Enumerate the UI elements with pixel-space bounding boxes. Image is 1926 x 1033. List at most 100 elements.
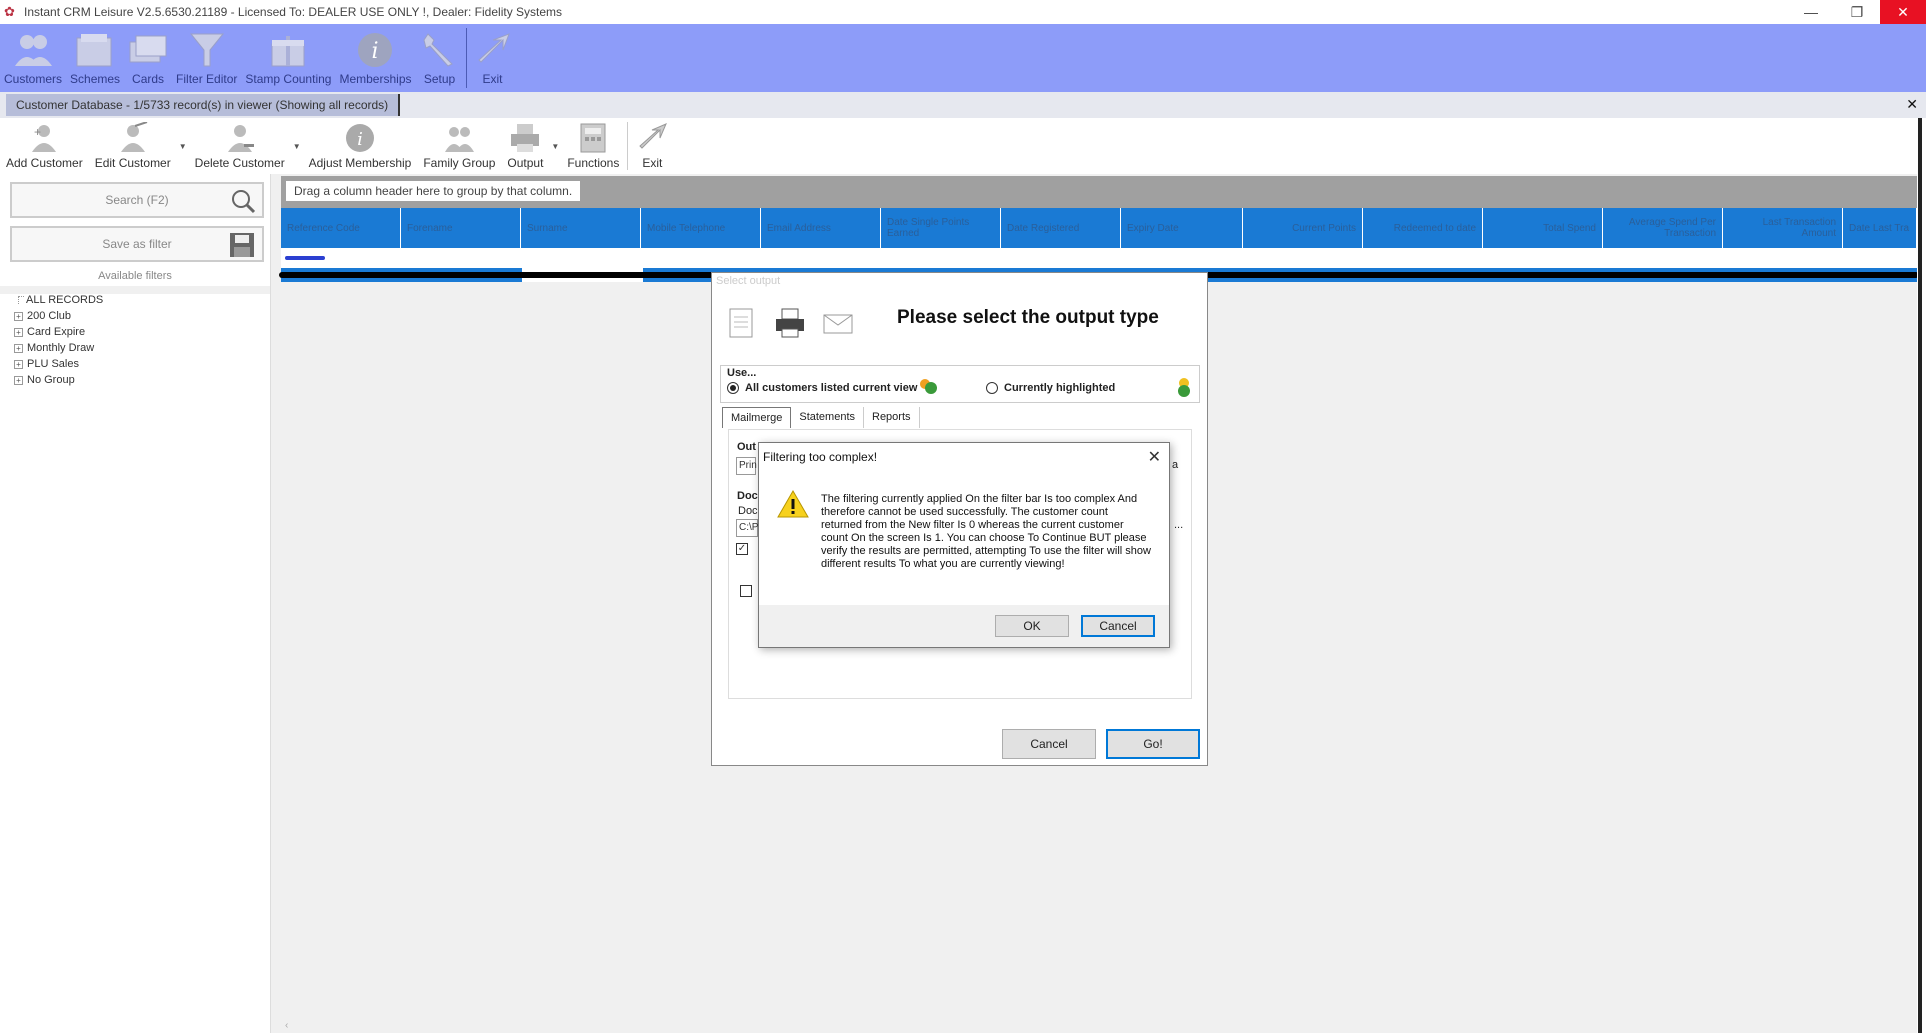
single-user-icon [1173,376,1195,398]
exit-icon [636,122,668,154]
close-icon[interactable]: ✕ [1148,447,1161,467]
scroll-left-icon[interactable]: ‹ [285,1020,288,1031]
radio-currently-highlighted[interactable]: Currently highlighted [986,382,1115,394]
column-header-date-last-transaction[interactable]: Date Last Tra [1843,208,1917,248]
delete-dropdown-icon[interactable]: ▼ [293,142,301,151]
tree-item-label: No Group [27,374,75,386]
envelope-icon[interactable] [822,307,854,339]
tab-reports[interactable]: Reports [864,407,920,428]
search-input[interactable]: Search (F2) [10,182,264,218]
available-filters-label: Available filters [98,270,172,282]
add-customer-button[interactable]: + Add Customer [0,118,89,174]
ok-button[interactable]: OK [995,615,1069,637]
vertical-scrollbar[interactable] [1917,118,1926,1033]
adjust-membership-button[interactable]: i Adjust Membership [303,118,418,174]
column-header-date-registered[interactable]: Date Registered [1001,208,1121,248]
add-customer-label: Add Customer [6,156,83,170]
exit-icon [473,30,513,70]
column-header-mobile-telephone[interactable]: Mobile Telephone [641,208,761,248]
grid-filter-row[interactable] [281,248,1917,268]
document-icon[interactable] [726,307,758,339]
family-group-button[interactable]: Family Group [417,118,501,174]
output-label: Output [507,156,544,170]
tree-item-card-expire[interactable]: + Card Expire [14,324,103,340]
expand-icon[interactable]: + [14,343,23,353]
expand-icon[interactable]: + [14,327,23,337]
output-button[interactable]: Output [501,118,549,174]
expand-icon[interactable]: + [14,311,23,321]
option-checkbox-checked[interactable]: ✓ [736,543,748,555]
functions-button[interactable]: Functions [561,118,625,174]
exit-button[interactable]: Exit [630,118,674,174]
toolbar-exit[interactable]: Exit [469,24,517,92]
panel-splitter[interactable] [270,174,281,1033]
document-browse-button[interactable]: ... [1174,519,1183,531]
toolbar-filter-editor[interactable]: Filter Editor [172,24,241,92]
tab-statements[interactable]: Statements [791,407,864,428]
column-header-email-address[interactable]: Email Address [761,208,881,248]
printer-icon [509,122,541,154]
save-as-filter-label: Save as filter [102,237,172,251]
search-icon[interactable] [230,188,256,214]
tree-item-200-club[interactable]: + 200 Club [14,308,103,324]
toolbar-schemes[interactable]: Schemes [66,24,124,92]
error-dialog-title: Filtering too complex! [763,450,878,464]
column-header-current-points[interactable]: Current Points [1243,208,1363,248]
document-path-input[interactable]: C:\P [736,519,758,537]
restore-button[interactable]: ❐ [1834,0,1880,24]
horizontal-scrollbar[interactable]: ‹ [281,1020,1917,1033]
tree-item-label: PLU Sales [27,358,79,370]
output-dropdown-icon[interactable]: ▼ [551,142,559,151]
error-cancel-button[interactable]: Cancel [1081,615,1155,637]
edit-dropdown-icon[interactable]: ▼ [179,142,187,151]
edit-user-icon [117,122,149,154]
funnel-icon [187,30,227,70]
column-header-surname[interactable]: Surname [521,208,641,248]
close-window-button[interactable]: ✕ [1880,0,1926,24]
column-header-forename[interactable]: Forename [401,208,521,248]
column-header-expiry-date[interactable]: Expiry Date [1121,208,1243,248]
toolbar-label: Customers [4,72,63,86]
tree-item-all-records[interactable]: ALL RECORDS [18,292,103,308]
error-dialog-body: The filtering currently applied On the f… [759,471,1169,605]
column-header-date-single-points[interactable]: Date Single Points Earned [881,208,1001,248]
tree-item-monthly-draw[interactable]: + Monthly Draw [14,340,103,356]
output-tabs: Mailmerge Statements Reports [722,407,920,428]
radio-highlighted-label: Currently highlighted [1004,382,1116,394]
save-as-filter-button[interactable]: Save as filter [10,226,264,262]
tree-item-plu-sales[interactable]: + PLU Sales [14,356,103,372]
toolbar-cards[interactable]: Cards [124,24,172,92]
tab-mailmerge[interactable]: Mailmerge [722,407,792,428]
toolbar-separator [627,122,629,170]
toolbar-stamp-counting[interactable]: Stamp Counting [241,24,335,92]
output-browse-button[interactable]: a [1172,459,1178,471]
column-header-last-transaction[interactable]: Last Transaction Amount [1723,208,1843,248]
toolbar-customers[interactable]: Customers [0,24,66,92]
go-button[interactable]: Go! [1106,729,1200,759]
printer-icon[interactable] [774,307,806,339]
column-header-average-spend[interactable]: Average Spend Per Transaction [1603,208,1723,248]
group-users-icon [917,376,939,398]
radio-all-customers[interactable]: All customers listed current view [727,382,917,394]
use-group: Use... All customers listed current view… [720,365,1200,403]
tree-item-label: 200 Club [27,310,72,322]
minimize-button[interactable]: — [1788,0,1834,24]
output-select[interactable]: Prin [736,457,757,475]
expand-icon[interactable]: + [14,359,23,369]
column-header-reference-code[interactable]: Reference Code [281,208,401,248]
cancel-button[interactable]: Cancel [1002,729,1096,759]
tree-item-label: Card Expire [27,326,86,338]
toolbar-memberships[interactable]: i Memberships [335,24,415,92]
column-header-total-spend[interactable]: Total Spend [1483,208,1603,248]
filtering-error-dialog: Filtering too complex! ✕ The filtering c… [758,442,1170,648]
option-checkbox-unchecked[interactable] [740,585,752,597]
delete-customer-button[interactable]: Delete Customer [189,118,291,174]
column-header-redeemed[interactable]: Redeemed to date [1363,208,1483,248]
toolbar-setup[interactable]: Setup [416,24,464,92]
tree-item-no-group[interactable]: + No Group [14,372,103,388]
customer-database-tab[interactable]: Customer Database - 1/5733 record(s) in … [6,94,401,116]
close-tab-icon[interactable]: ✕ [1906,96,1918,113]
group-by-bar[interactable]: Drag a column header here to group by th… [281,176,1917,208]
edit-customer-button[interactable]: Edit Customer [89,118,177,174]
expand-icon[interactable]: + [14,375,23,385]
